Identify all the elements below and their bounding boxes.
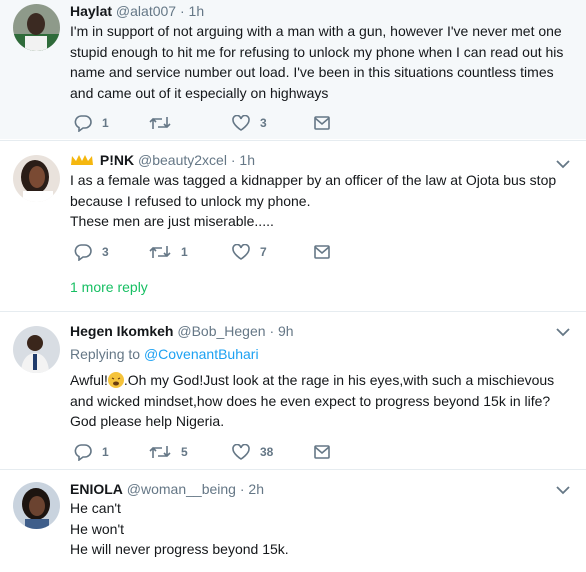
display-name[interactable]: P!NK [100,152,134,168]
user-handle[interactable]: @Bob_Hegen [177,323,265,339]
heart-icon [232,244,250,260]
tweet-haylat[interactable]: Haylat @alat007 · 1h I'm in support of n… [0,0,586,139]
user-handle[interactable]: @alat007 [116,3,176,19]
tweet-line: God please help Nigeria. [70,413,225,429]
replying-to-label: Replying to [70,346,141,362]
timestamp[interactable]: 1h [189,3,205,19]
retweet-icon [149,246,171,258]
chevron-down-icon[interactable] [556,159,570,169]
tweet-line: He will never progress beyond 15k. [70,541,289,557]
reply-count: 1 [102,445,109,459]
envelope-icon [314,116,330,130]
separator-dot: · [179,3,185,19]
like-button[interactable]: 7 [232,242,267,262]
retweet-button[interactable] [149,113,181,133]
timestamp[interactable]: 9h [278,323,294,339]
tweet-line: I as a female was tagged a kidnapper by … [70,172,557,188]
direct-message-button[interactable] [314,442,330,462]
tweet-eniola[interactable]: ENIOLA @woman__being · 2h He can't He wo… [0,469,586,572]
tweet-line: and wicked mindset,how does he even expe… [70,392,551,409]
reply-icon [74,115,92,132]
tweet-line: He can't [70,500,121,516]
retweet-count: 1 [181,245,188,259]
retweet-icon [149,446,171,458]
reply-button[interactable]: 3 [74,242,109,262]
heart-icon [232,444,250,460]
timestamp[interactable]: 1h [239,152,255,168]
reply-count: 3 [102,245,109,259]
tweet-text: Awful! .Oh my God!Just look at the rage i… [70,370,575,432]
tweet-hegen[interactable]: Hegen Ikomkeh @Bob_Hegen · 9h Replying t… [0,311,586,470]
tweet-line: because I refused to unlock my phone. [70,192,311,209]
tweet-text-fragment: Awful! [70,372,108,388]
direct-message-button[interactable] [314,113,330,133]
weary-face-emoji-icon [107,372,124,388]
crown-emoji-icon [71,155,93,165]
heart-icon [232,115,250,131]
tweet-text: He can't He won't He will never progress… [70,498,575,560]
tweet-line: I'm in support of not arguing with a man… [70,23,562,39]
replying-to-link[interactable]: @CovenantBuhari [144,346,259,362]
display-name[interactable]: Hegen Ikomkeh [70,323,173,339]
reply-button[interactable]: 1 [74,442,109,462]
retweet-button[interactable]: 1 [149,242,188,262]
tweet-line: These men are just miserable..... [70,213,274,229]
tweet-line: and came out of it especially on highway… [70,84,329,101]
avatar[interactable] [13,155,60,202]
user-handle[interactable]: @beauty2xcel [138,152,227,168]
tweet-text-fragment: .Oh my God!Just look at the rage in his … [123,372,555,388]
retweet-icon [149,117,171,129]
tweet-header: Haylat @alat007 · 1h [70,2,204,20]
separator-dot: · [239,481,245,497]
reply-button[interactable]: 1 [74,113,109,133]
more-replies-link[interactable]: 1 more reply [70,279,148,295]
tweet-header: P!NK @beauty2xcel · 1h [70,151,255,169]
retweet-count: 5 [181,445,188,459]
like-count: 38 [260,445,274,459]
like-count: 7 [260,245,267,259]
tweet-text: I'm in support of not arguing with a man… [70,21,575,103]
display-name[interactable]: ENIOLA [70,481,123,497]
tweet-line: Awful! .Oh my God!Just look at the rage i… [70,370,575,391]
avatar[interactable] [13,482,60,529]
like-button[interactable]: 38 [232,442,273,462]
direct-message-button[interactable] [314,242,330,262]
tweet-header: Hegen Ikomkeh @Bob_Hegen · 9h [70,322,294,340]
avatar[interactable] [13,326,60,373]
like-button[interactable]: 3 [232,113,267,133]
display-name[interactable]: Haylat [70,3,112,19]
separator-dot: · [230,152,236,168]
tweet-header: ENIOLA @woman__being · 2h [70,480,264,498]
separator-dot: · [269,323,275,339]
reply-icon [74,444,92,461]
envelope-icon [314,245,330,259]
avatar[interactable] [13,4,60,51]
like-count: 3 [260,116,267,130]
tweet-line: stupid enough to hit me for refusing to … [70,43,564,60]
tweet-text: I as a female was tagged a kidnapper by … [70,170,575,232]
tweet-line: name and service number out load. I've b… [70,64,554,80]
replying-to: Replying to @CovenantBuhari [70,346,259,362]
envelope-icon [314,445,330,459]
tweet-pink[interactable]: P!NK @beauty2xcel · 1h I as a female was… [0,140,586,312]
reply-icon [74,244,92,261]
tweet-line: He won't [70,520,125,537]
reply-count: 1 [102,116,109,130]
chevron-down-icon[interactable] [556,485,570,495]
user-handle[interactable]: @woman__being [127,481,236,497]
chevron-down-icon[interactable] [556,327,570,337]
timestamp[interactable]: 2h [248,481,264,497]
retweet-button[interactable]: 5 [149,442,188,462]
